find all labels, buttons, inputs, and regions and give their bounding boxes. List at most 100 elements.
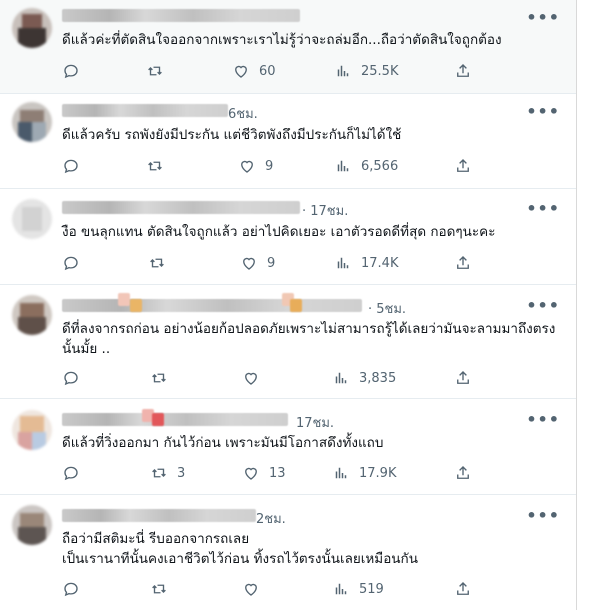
views-icon (337, 65, 349, 77)
like-button[interactable]: 13 (242, 463, 286, 483)
views-icon (337, 257, 349, 269)
post-text-line: งือ ขนลุกแทน ตัดสินใจถูกแล้ว อย่าไปคิดเย… (62, 224, 496, 240)
retweet-button[interactable] (146, 61, 173, 81)
post-text: ดีแล้วที่วิ่งออกมา กันไว้ก่อน เพราะมันมี… (62, 433, 556, 453)
like-button[interactable]: 9 (240, 253, 275, 273)
share-button[interactable] (454, 368, 472, 388)
post-text-line: ถือว่ามีสติมะนี่ รีบออกจากรถเลย (62, 531, 250, 547)
retweet-button[interactable]: 3 (150, 463, 185, 483)
post-actions: 60 25.5K (62, 61, 482, 81)
post-text-line: ดีแล้วที่วิ่งออกมา กันไว้ก่อน เพราะมันมี… (62, 435, 384, 451)
share-button[interactable] (454, 463, 472, 483)
retweet-button[interactable] (148, 253, 175, 273)
views-button[interactable]: 25.5K (334, 61, 398, 81)
reply-post[interactable]: ••• ดีแล้วค่ะที่ตัดสินใจออกจากเพราะเราไม… (0, 0, 576, 94)
like-count: 9 (265, 158, 274, 174)
views-button[interactable]: 3,835 (332, 368, 396, 388)
share-icon (457, 582, 469, 595)
reply-button[interactable] (62, 156, 89, 176)
reply-icon (64, 256, 78, 271)
reply-button[interactable] (62, 253, 89, 273)
like-button[interactable] (242, 368, 269, 388)
views-icon (335, 583, 347, 595)
post-text: ดีแล้วค่ะที่ตัดสินใจออกจากเพราะเราไม่รู้… (62, 30, 556, 50)
reply-icon (64, 582, 78, 597)
post-text: ดีแล้วครับ รถพังยังมีประกัน แต่ชีวิตพังถ… (62, 125, 556, 145)
view-count: 17.4K (361, 255, 399, 271)
avatar[interactable] (12, 8, 52, 48)
avatar[interactable] (12, 505, 52, 545)
avatar[interactable] (12, 295, 52, 335)
blur-fragment (290, 299, 302, 312)
views-button[interactable]: 17.9K (332, 463, 396, 483)
reply-button[interactable] (62, 579, 89, 599)
retweet-button[interactable] (146, 156, 173, 176)
share-button[interactable] (454, 253, 472, 273)
view-count: 6,566 (361, 158, 399, 174)
share-icon (457, 466, 469, 479)
reply-post[interactable]: · 17ชม. ••• งือ ขนลุกแทน ตัดสินใจถูกแล้ว… (0, 189, 576, 285)
post-time[interactable]: · 17ชม. (302, 200, 348, 221)
more-icon[interactable]: ••• (526, 506, 560, 525)
reply-feed: ••• ดีแล้วค่ะที่ตัดสินใจออกจากเพราะเราไม… (0, 0, 577, 610)
views-button[interactable]: 519 (332, 579, 384, 599)
reply-post[interactable]: 6ชม. ••• ดีแล้วครับ รถพังยังมีประกัน แต่… (0, 94, 576, 189)
avatar[interactable] (12, 410, 52, 450)
author-name-blurred[interactable] (62, 413, 288, 426)
share-button[interactable] (454, 579, 472, 599)
like-button[interactable]: 60 (232, 61, 276, 81)
author-name-blurred[interactable] (62, 509, 256, 522)
retweet-icon (152, 373, 166, 383)
retweet-button[interactable] (150, 579, 177, 599)
view-count: 519 (359, 581, 384, 597)
post-text-line: ดีแล้วครับ รถพังยังมีประกัน แต่ชีวิตพังถ… (62, 127, 402, 143)
post-actions: 3 13 17.9K (62, 463, 482, 483)
retweet-icon (152, 468, 166, 478)
like-icon (245, 583, 257, 596)
post-time[interactable]: 17ชม. (296, 412, 334, 433)
retweet-button[interactable] (150, 368, 177, 388)
post-text-line: เป็นเรานาทีนั้นคงเอาชีวิตไว้ก่อน ทิ้งรถไ… (62, 551, 418, 567)
views-icon (335, 467, 347, 479)
views-button[interactable]: 6,566 (334, 156, 398, 176)
reply-post[interactable]: 17ชม. ••• ดีแล้วที่วิ่งออกมา กันไว้ก่อน … (0, 399, 576, 495)
like-icon (235, 65, 247, 78)
post-time[interactable]: 2ชม. (256, 508, 286, 529)
view-count: 17.9K (359, 465, 397, 481)
more-icon[interactable]: ••• (526, 102, 560, 121)
more-icon[interactable]: ••• (526, 296, 560, 315)
post-actions: 3,835 (62, 368, 482, 388)
post-text: ถือว่ามีสติมะนี่ รีบออกจากรถเลย เป็นเราน… (62, 529, 556, 569)
post-time[interactable]: · 5ชม. (368, 298, 406, 319)
post-time[interactable]: 6ชม. (228, 103, 258, 124)
like-button[interactable]: 9 (238, 156, 273, 176)
author-name-blurred[interactable] (62, 9, 300, 22)
more-icon[interactable]: ••• (526, 199, 560, 218)
share-button[interactable] (454, 156, 472, 176)
view-count: 25.5K (361, 63, 399, 79)
reply-icon (64, 466, 78, 481)
more-icon[interactable]: ••• (526, 410, 560, 429)
view-count: 3,835 (359, 370, 397, 386)
like-count: 13 (269, 465, 286, 481)
views-button[interactable]: 17.4K (334, 253, 398, 273)
like-icon (243, 257, 255, 270)
avatar[interactable] (12, 102, 52, 142)
author-name-blurred[interactable] (62, 201, 300, 214)
like-button[interactable] (242, 579, 269, 599)
retweet-icon (148, 161, 162, 171)
like-icon (245, 467, 257, 480)
author-name-blurred[interactable] (62, 299, 362, 312)
reply-button[interactable] (62, 463, 89, 483)
author-name-blurred[interactable] (62, 104, 228, 117)
avatar[interactable] (12, 199, 52, 239)
reply-post[interactable]: 2ชม. ••• ถือว่ามีสติมะนี่ รีบออกจากรถเลย… (0, 495, 576, 610)
reply-button[interactable] (62, 368, 89, 388)
reply-button[interactable] (62, 61, 89, 81)
reply-post[interactable]: · 5ชม. ••• ดีที่ลงจากรถก่อน อย่างน้อยก้อ… (0, 285, 576, 399)
retweet-icon (150, 258, 164, 268)
post-actions: 9 17.4K (62, 253, 482, 273)
share-button[interactable] (454, 61, 472, 81)
more-icon[interactable]: ••• (526, 8, 560, 27)
retweet-icon (148, 66, 162, 76)
